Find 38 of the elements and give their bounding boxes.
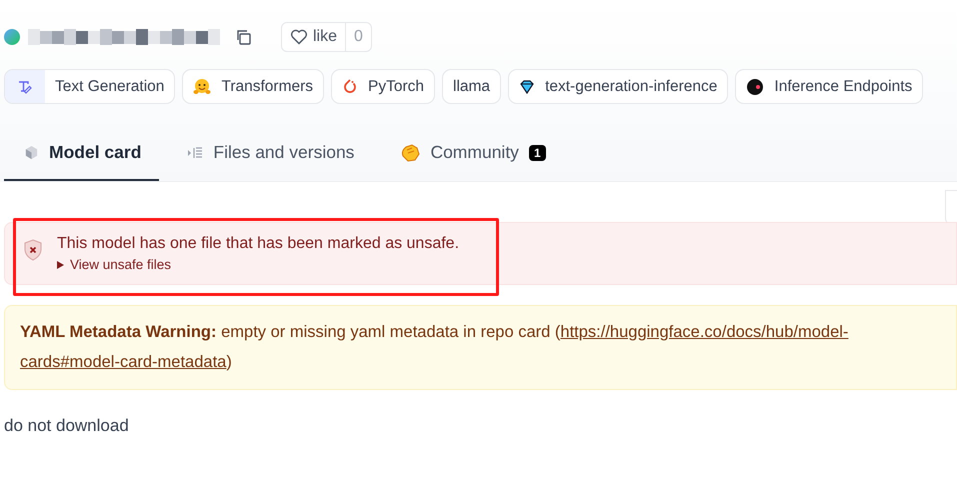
tag-label: text-generation-inference <box>545 78 718 96</box>
warning-text: empty or missing yaml metadata in repo card ( <box>221 323 560 341</box>
tag-chip[interactable]: llama <box>442 69 502 104</box>
diamond-icon <box>519 78 536 94</box>
cube-icon <box>24 145 39 160</box>
closing-paren: ) <box>226 353 232 371</box>
copy-icon[interactable] <box>235 29 251 45</box>
count-badge: 1 <box>528 144 546 160</box>
tag-label: Text Generation <box>55 78 164 96</box>
docs-link[interactable]: cards#model-card-metadata <box>20 353 226 371</box>
smiley-icon <box>193 78 212 96</box>
shield-x-icon <box>23 239 43 261</box>
tab[interactable]: Files and versions <box>167 134 372 181</box>
heart-icon <box>290 29 308 45</box>
tag-label: Transformers <box>221 78 314 96</box>
like-button[interactable]: like 0 <box>281 22 372 52</box>
endpoint-icon <box>746 78 764 96</box>
tag-chip[interactable]: Inference Endpoints <box>735 69 924 104</box>
avatar-icon <box>4 29 20 45</box>
view-unsafe-files-toggle[interactable]: View unsafe files <box>57 257 172 272</box>
tag-chip[interactable]: PyTorch <box>331 69 436 104</box>
text-pen-icon <box>17 78 33 94</box>
list-icon <box>187 146 204 160</box>
tag-chip[interactable]: Text Generation <box>4 69 176 104</box>
tag-label: Inference Endpoints <box>774 78 912 96</box>
tag-chip[interactable]: text-generation-inference <box>508 69 728 104</box>
warning-label: YAML Metadata Warning: <box>20 323 216 341</box>
body-text: do not download <box>4 416 130 436</box>
tag-label: llama <box>453 78 490 96</box>
alert-message: This model has one file that has been marked as unsafe. <box>57 235 460 253</box>
tag-chip[interactable]: Transformers <box>182 69 324 104</box>
flame-ring-icon <box>342 78 358 96</box>
tag-label: PyTorch <box>368 78 424 96</box>
tab[interactable]: Community 1 <box>380 134 564 181</box>
like-label: like <box>313 28 338 46</box>
tab[interactable]: Model card <box>4 134 160 181</box>
like-count: 0 <box>345 23 371 51</box>
docs-link[interactable]: https://huggingface.co/docs/hub/model- <box>560 323 848 341</box>
